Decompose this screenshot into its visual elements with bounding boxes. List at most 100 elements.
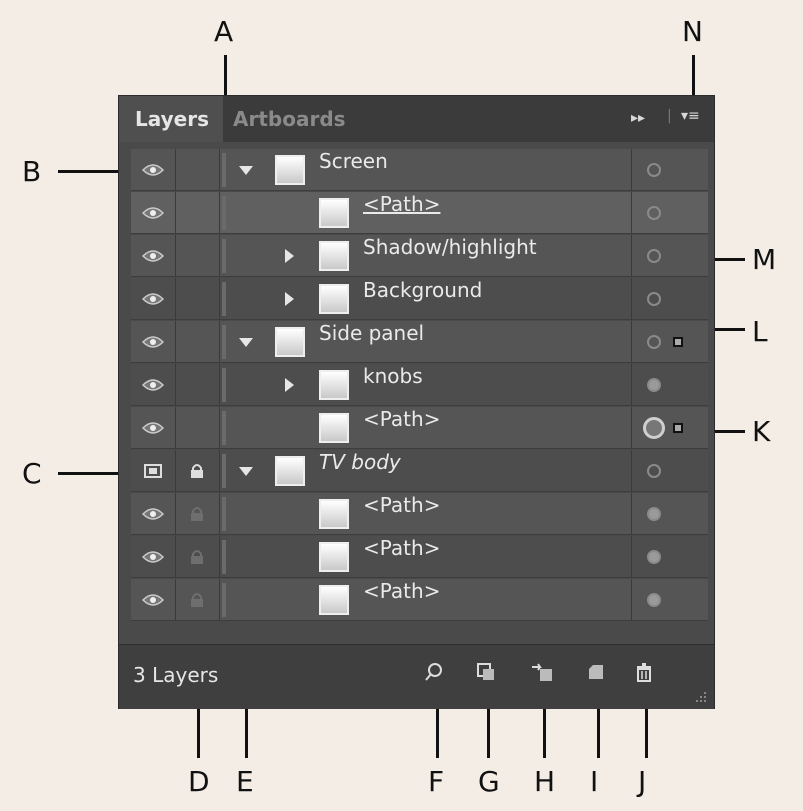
layer-thumbnail	[319, 499, 349, 529]
lock-toggle[interactable]	[175, 192, 220, 234]
layer-name[interactable]: TV body	[319, 450, 401, 492]
panel-tab-bar: Layers Artboards ▸▸ | ▾≡	[119, 96, 714, 142]
target-circle-icon[interactable]	[647, 206, 661, 220]
layer-thumbnail	[319, 370, 349, 400]
eye-icon[interactable]	[131, 493, 176, 535]
layer-name[interactable]: <Path>	[363, 192, 440, 234]
target-circle-icon[interactable]	[647, 335, 661, 349]
lock-toggle[interactable]	[175, 407, 220, 449]
collapsed-triangle-icon[interactable]	[285, 292, 294, 306]
eye-icon[interactable]	[131, 278, 176, 320]
create-new-sublayer-button[interactable]	[529, 659, 555, 685]
layer-name[interactable]: <Path>	[363, 536, 440, 578]
delete-selection-button[interactable]	[631, 659, 657, 685]
layer-name[interactable]: Screen	[319, 149, 388, 191]
callout-l: L	[752, 315, 768, 348]
panel-menu-icon[interactable]: ▾≡	[681, 108, 700, 124]
callout-n: N	[682, 15, 703, 48]
eye-icon[interactable]	[131, 235, 176, 277]
layer-name[interactable]: Shadow/highlight	[363, 235, 537, 277]
layer-color-bar	[222, 368, 226, 402]
callout-d: D	[188, 765, 210, 798]
target-circle-icon[interactable]	[647, 507, 661, 521]
layer-thumbnail	[319, 284, 349, 314]
selection-indicator-icon[interactable]	[673, 423, 683, 433]
callout-e: E	[236, 765, 254, 798]
target-circle-icon[interactable]	[647, 249, 661, 263]
eye-icon[interactable]	[131, 579, 176, 621]
callout-h: H	[534, 765, 556, 798]
target-circle-icon[interactable]	[647, 378, 661, 392]
collapsed-triangle-icon[interactable]	[285, 378, 294, 392]
layer-row[interactable]: <Path>	[131, 493, 708, 535]
eye-icon[interactable]	[131, 536, 176, 578]
target-circle-icon[interactable]	[647, 550, 661, 564]
create-new-layer-button[interactable]	[583, 659, 609, 685]
lock-icon[interactable]	[175, 536, 220, 578]
expand-triangle-icon[interactable]	[239, 467, 253, 476]
expand-triangle-icon[interactable]	[239, 166, 253, 175]
target-column	[631, 407, 709, 449]
target-column	[631, 321, 709, 363]
eye-icon[interactable]	[131, 149, 176, 191]
layer-name[interactable]: Side panel	[319, 321, 424, 363]
layer-row[interactable]: <Path>	[131, 407, 708, 449]
layer-row[interactable]: <Path>	[131, 192, 708, 234]
layer-thumbnail	[275, 456, 305, 486]
target-circle-icon[interactable]	[647, 163, 661, 177]
lock-toggle[interactable]	[175, 278, 220, 320]
target-circle-icon[interactable]	[647, 464, 661, 478]
target-column	[631, 278, 709, 320]
trash-icon	[637, 663, 651, 682]
layer-row[interactable]: Screen	[131, 149, 708, 191]
lock-toggle[interactable]	[175, 149, 220, 191]
callout-j: J	[638, 765, 647, 798]
layer-row[interactable]: Background	[131, 278, 708, 320]
eye-icon[interactable]	[131, 364, 176, 406]
layer-name[interactable]: knobs	[363, 364, 423, 406]
locate-object-button[interactable]	[421, 659, 447, 685]
collapsed-triangle-icon[interactable]	[285, 249, 294, 263]
layer-row[interactable]: TV body	[131, 450, 708, 492]
layer-name[interactable]: <Path>	[363, 407, 440, 449]
target-column	[631, 149, 709, 191]
lock-icon[interactable]	[175, 579, 220, 621]
layer-row[interactable]: Side panel	[131, 321, 708, 363]
selection-indicator-icon[interactable]	[673, 337, 683, 347]
make-clipping-mask-button[interactable]	[473, 659, 499, 685]
eye-icon[interactable]	[131, 321, 176, 363]
eye-icon[interactable]	[131, 192, 176, 234]
lock-toggle[interactable]	[175, 321, 220, 363]
expand-triangle-icon[interactable]	[239, 338, 253, 347]
tab-artboards[interactable]: Artboards	[227, 96, 367, 142]
callout-f: F	[428, 765, 445, 798]
eye-icon[interactable]	[131, 407, 176, 449]
target-circle-icon[interactable]	[647, 593, 661, 607]
template-icon[interactable]	[131, 450, 176, 492]
lock-toggle[interactable]	[175, 364, 220, 406]
target-column	[631, 536, 709, 578]
layer-color-bar	[222, 325, 226, 359]
target-column	[631, 192, 709, 234]
lock-icon[interactable]	[175, 493, 220, 535]
callout-c: C	[22, 457, 42, 490]
layer-row[interactable]: <Path>	[131, 579, 708, 621]
resize-grip-icon[interactable]	[694, 689, 708, 703]
layer-name[interactable]: <Path>	[363, 579, 440, 621]
clipping-mask-icon	[477, 663, 494, 680]
target-circle-icon[interactable]	[643, 417, 665, 439]
target-column	[631, 579, 709, 621]
layer-name[interactable]: Background	[363, 278, 482, 320]
layer-color-bar	[222, 196, 226, 230]
layer-row[interactable]: Shadow/highlight	[131, 235, 708, 277]
tab-layers[interactable]: Layers	[119, 96, 223, 142]
target-circle-icon[interactable]	[647, 292, 661, 306]
layer-row[interactable]: knobs	[131, 364, 708, 406]
layer-thumbnail	[319, 241, 349, 271]
collapse-panel-icon[interactable]: ▸▸	[631, 110, 645, 126]
layer-row[interactable]: <Path>	[131, 536, 708, 578]
layer-thumbnail	[319, 198, 349, 228]
lock-toggle[interactable]	[175, 235, 220, 277]
layer-name[interactable]: <Path>	[363, 493, 440, 535]
lock-icon[interactable]	[175, 450, 220, 492]
